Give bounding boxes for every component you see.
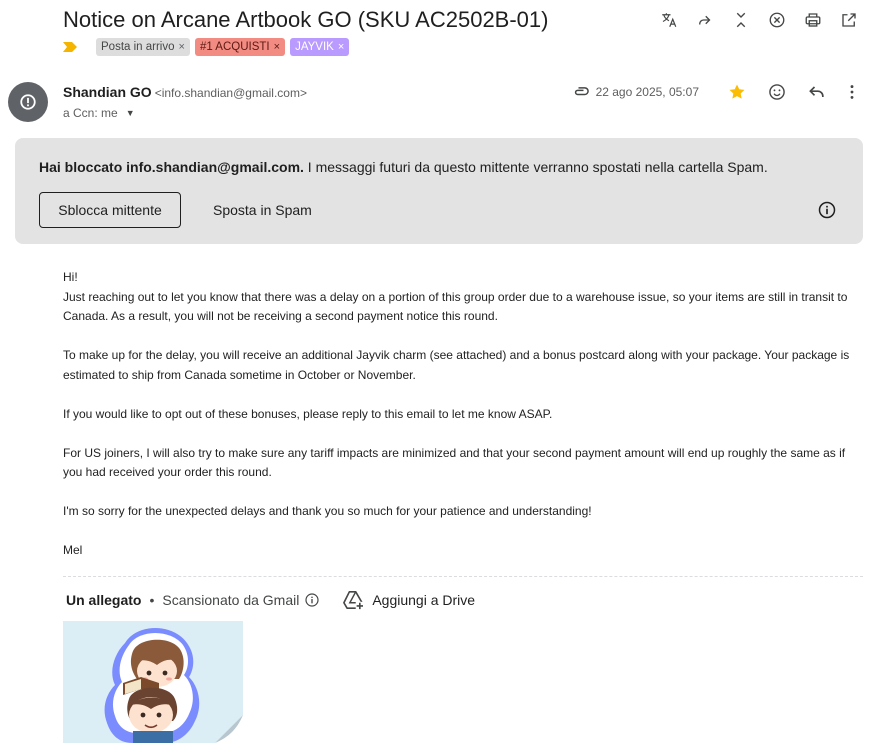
message-meta: 22 ago 2025, 05:07 bbox=[570, 80, 867, 104]
more-options-icon[interactable] bbox=[837, 80, 867, 104]
open-in-new-window-icon[interactable] bbox=[831, 8, 867, 32]
body-paragraph: I'm so sorry for the unexpected delays a… bbox=[63, 504, 592, 518]
recipient-text: a Ccn: me bbox=[63, 106, 118, 120]
body-paragraph: If you would like to opt out of these bo… bbox=[63, 406, 553, 421]
top-toolbar bbox=[651, 8, 867, 32]
star-icon[interactable] bbox=[717, 80, 757, 104]
label-chip-text: #1 ACQUISTI bbox=[199, 41, 270, 53]
body-paragraph: For US joiners, I will also try to make … bbox=[63, 445, 846, 480]
body-paragraph: To make up for the delay, you will recei… bbox=[63, 348, 850, 382]
info-icon[interactable] bbox=[817, 200, 837, 220]
print-icon[interactable] bbox=[795, 8, 831, 32]
sender-avatar[interactable] bbox=[8, 82, 48, 122]
body-paragraph: Just reaching out to let you know that t… bbox=[63, 289, 848, 324]
remove-label-icon[interactable]: × bbox=[338, 38, 344, 56]
reply-icon[interactable] bbox=[797, 80, 837, 104]
forward-all-icon[interactable] bbox=[687, 8, 723, 32]
warning-icon bbox=[20, 94, 36, 110]
recipient-line: a Ccn: me ▼ bbox=[63, 106, 135, 120]
translate-icon[interactable] bbox=[651, 8, 687, 32]
label-chip-text: Posta in arrivo bbox=[101, 41, 175, 53]
scan-info-icon[interactable] bbox=[304, 592, 320, 608]
collapse-icon[interactable] bbox=[723, 8, 759, 32]
label-chip-inbox[interactable]: Posta in arrivo × bbox=[96, 38, 190, 56]
message-date: 22 ago 2025, 05:07 bbox=[595, 85, 699, 99]
attachment-thumbnail[interactable] bbox=[63, 621, 243, 743]
charm-illustration bbox=[63, 621, 243, 743]
block-icon[interactable] bbox=[759, 8, 795, 32]
recipient-details-chevron-icon[interactable]: ▼ bbox=[126, 108, 135, 118]
sender-email: <info.shandian@gmail.com> bbox=[154, 86, 307, 100]
sender-line: Shandian GO <info.shandian@gmail.com> bbox=[63, 84, 307, 100]
add-to-drive-button[interactable]: Aggiungi a Drive bbox=[342, 590, 475, 610]
move-to-spam-button[interactable]: Sposta in Spam bbox=[201, 192, 324, 228]
message-body: Hi! Just reaching out to let you know th… bbox=[63, 268, 863, 561]
attachments-count: Un allegato bbox=[66, 592, 142, 608]
banner-message: Hai bloccato info.shandian@gmail.com. I … bbox=[39, 159, 768, 175]
banner-bold-text: Hai bloccato info.shandian@gmail.com. bbox=[39, 159, 304, 175]
remove-label-icon[interactable]: × bbox=[179, 38, 185, 56]
label-chip-jayvik[interactable]: JAYVIK × bbox=[290, 38, 350, 56]
label-chip-text: JAYVIK bbox=[295, 41, 334, 53]
attachment-clip-icon bbox=[570, 81, 592, 103]
add-reaction-emoji-icon[interactable] bbox=[757, 80, 797, 104]
body-greeting: Hi! bbox=[63, 270, 78, 284]
unblock-sender-button[interactable]: Sblocca mittente bbox=[39, 192, 181, 228]
drive-add-icon bbox=[343, 591, 365, 610]
body-signature: Mel bbox=[63, 543, 83, 557]
label-chip-acquisti[interactable]: #1 ACQUISTI × bbox=[194, 38, 286, 56]
scanned-by-gmail-text: Scansionato da Gmail bbox=[162, 592, 300, 608]
importance-marker-icon[interactable] bbox=[63, 42, 77, 52]
remove-label-icon[interactable]: × bbox=[274, 38, 280, 56]
banner-text: I messaggi futuri da questo mittente ver… bbox=[303, 159, 768, 175]
add-to-drive-label: Aggiungi a Drive bbox=[372, 592, 476, 608]
attachments-header: Un allegato • Scansionato da Gmail Aggiu… bbox=[66, 590, 475, 610]
sender-name[interactable]: Shandian GO bbox=[63, 84, 152, 100]
blocked-sender-banner: Hai bloccato info.shandian@gmail.com. I … bbox=[15, 138, 863, 244]
labels-row: Posta in arrivo × #1 ACQUISTI × JAYVIK × bbox=[63, 38, 350, 56]
attachments-divider bbox=[63, 576, 863, 577]
separator-dot: • bbox=[149, 592, 155, 608]
